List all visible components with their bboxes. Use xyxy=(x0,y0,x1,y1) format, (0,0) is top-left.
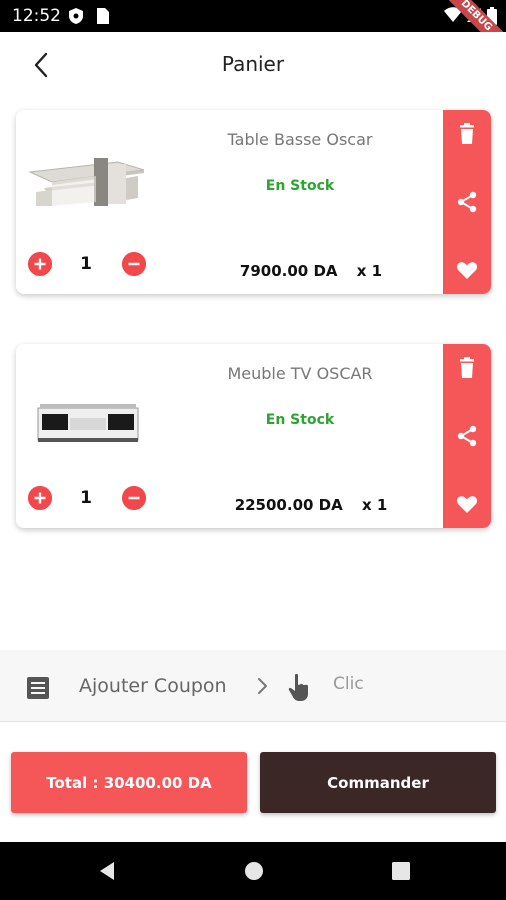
item-quantity-suffix: x 1 xyxy=(361,496,388,514)
chevron-right-icon xyxy=(258,678,267,694)
total-button[interactable]: Total : 30400.00 DA xyxy=(11,752,247,813)
coupon-click-label: Clic xyxy=(333,674,364,694)
nav-home-icon[interactable] xyxy=(243,860,265,882)
decrease-quantity-button[interactable] xyxy=(122,252,146,276)
quantity-value: 1 xyxy=(80,254,92,274)
share-icon[interactable] xyxy=(455,424,479,448)
product-image xyxy=(28,158,145,206)
coupon-row[interactable]: Ajouter Coupon Clic xyxy=(0,650,506,722)
order-button[interactable]: Commander xyxy=(260,752,496,813)
increase-quantity-button[interactable] xyxy=(28,486,52,510)
sim-card-icon xyxy=(97,8,109,24)
card-action-panel xyxy=(443,344,491,528)
product-image xyxy=(37,404,139,442)
cart-item-card: Meuble TV OSCAR En Stock 1 22500.00 DA x… xyxy=(16,344,491,528)
card-action-panel xyxy=(443,110,491,294)
stock-status: En Stock xyxy=(265,412,335,428)
product-name: Table Basse Oscar xyxy=(227,130,373,149)
nav-recents-icon[interactable] xyxy=(390,860,412,882)
item-price: 7900.00 DA xyxy=(239,262,338,280)
decrease-quantity-button[interactable] xyxy=(122,486,146,510)
trash-icon[interactable] xyxy=(455,356,479,380)
tap-hand-icon xyxy=(288,673,308,701)
shield-icon xyxy=(69,8,83,24)
status-bar: 12:52 DEBUG xyxy=(0,0,506,65)
page-title: Panier xyxy=(221,52,285,76)
share-icon[interactable] xyxy=(455,190,479,214)
system-nav-bar xyxy=(0,842,506,900)
trash-icon[interactable] xyxy=(455,122,479,146)
app-bar: Panier xyxy=(0,32,506,94)
quantity-value: 1 xyxy=(80,488,92,508)
heart-icon[interactable] xyxy=(455,258,479,282)
cart-item-card: Table Basse Oscar En Stock 1 7900.00 DA … xyxy=(16,110,491,294)
stock-status: En Stock xyxy=(265,178,335,194)
product-name: Meuble TV OSCAR xyxy=(227,364,373,383)
coupon-label: Ajouter Coupon xyxy=(79,675,227,697)
nav-back-icon[interactable] xyxy=(96,860,118,882)
item-price: 22500.00 DA xyxy=(234,496,343,514)
price-line: 22500.00 DA x 1 xyxy=(196,496,426,514)
heart-icon[interactable] xyxy=(455,492,479,516)
item-quantity-suffix: x 1 xyxy=(356,262,383,280)
coupon-icon xyxy=(27,677,49,699)
price-line: 7900.00 DA x 1 xyxy=(196,262,426,280)
status-time: 12:52 xyxy=(12,6,61,26)
increase-quantity-button[interactable] xyxy=(28,252,52,276)
